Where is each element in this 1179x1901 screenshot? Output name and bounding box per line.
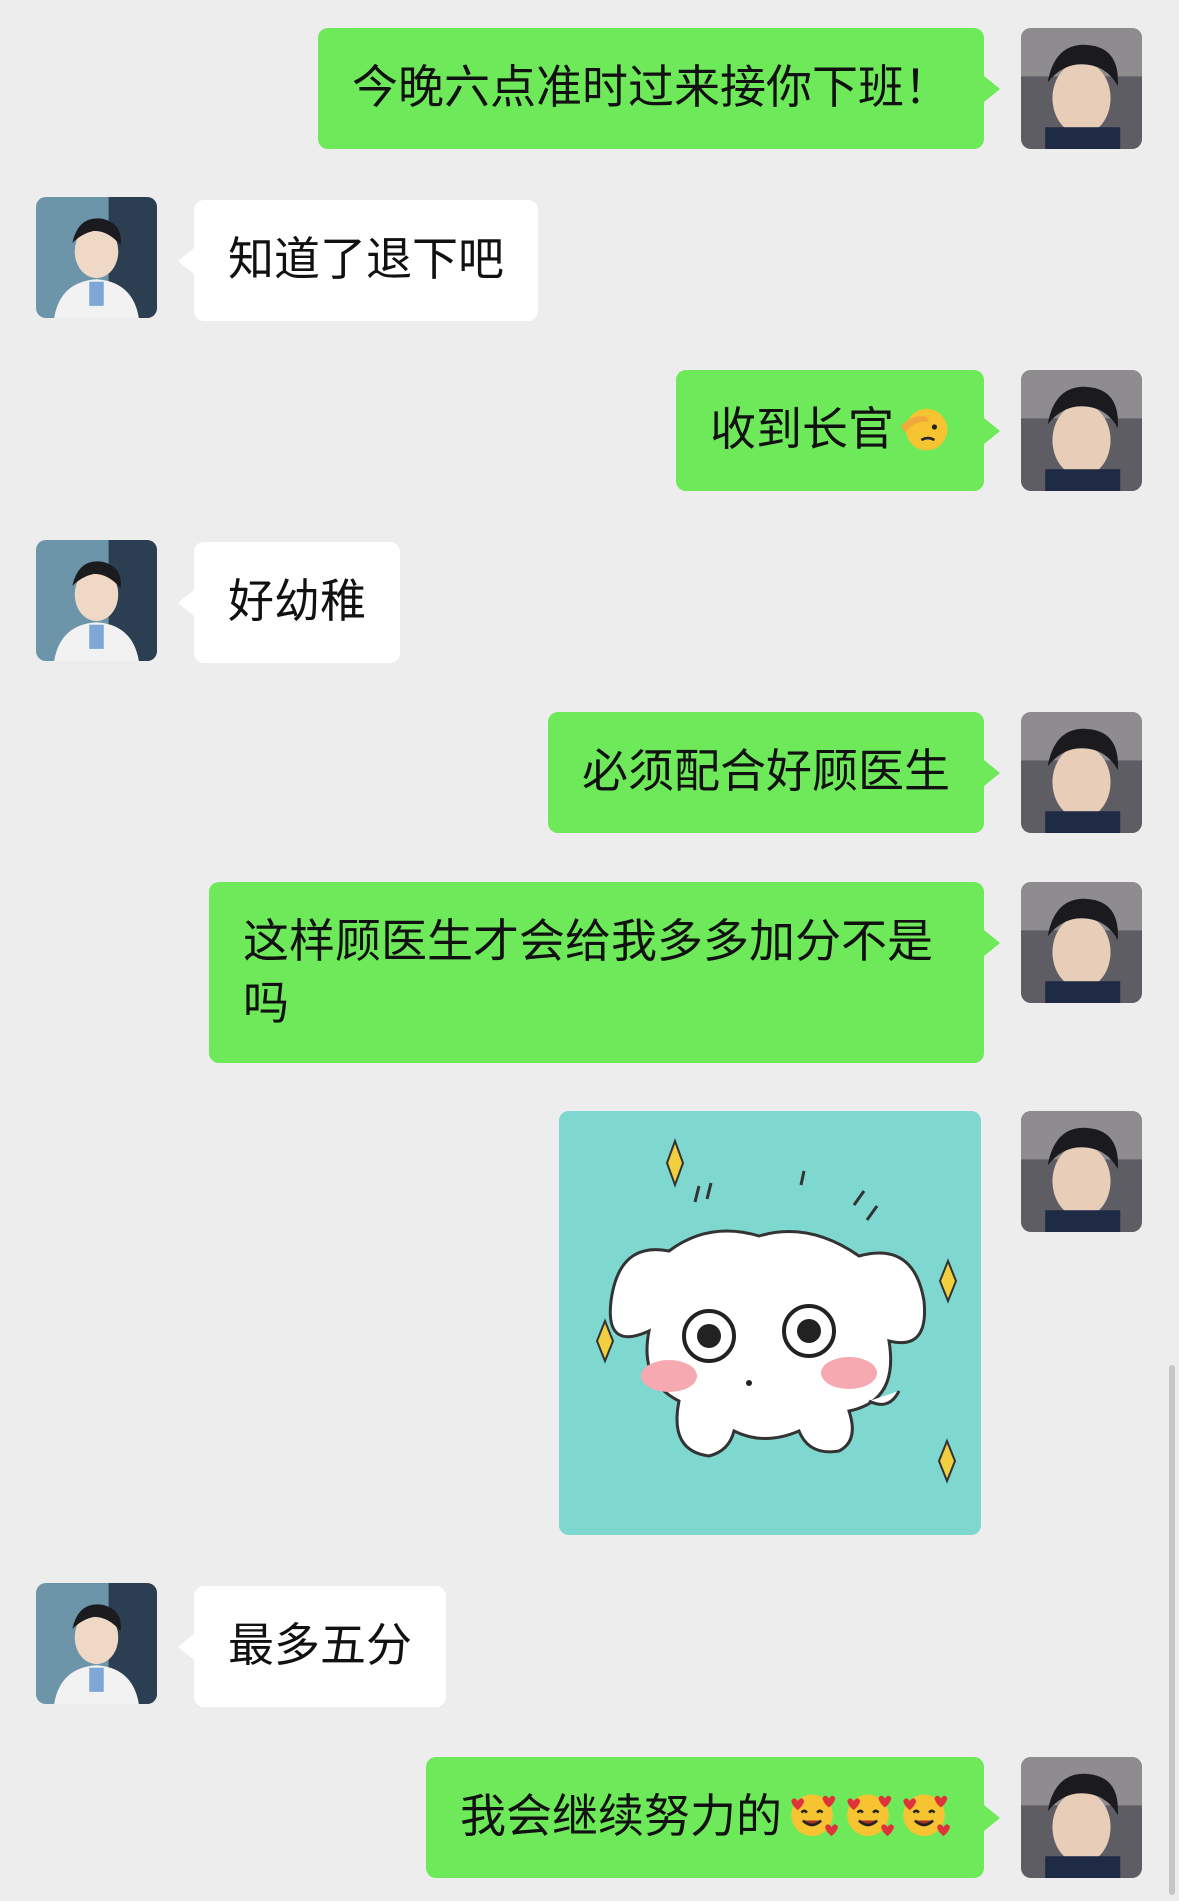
scrollbar[interactable] — [1169, 1365, 1175, 1895]
message-text: 今晚六点准时过来接你下班！ — [352, 60, 950, 114]
message-bubble-sent[interactable]: 这样顾医生才会给我多多加分不是吗 — [209, 882, 1000, 1063]
my-avatar[interactable] — [1021, 28, 1142, 149]
message-text: 收到长官 — [710, 402, 894, 456]
white-puppy-sticker[interactable] — [559, 1111, 981, 1535]
smiling-face-with-hearts-icon — [786, 1788, 838, 1840]
smiling-face-with-hearts-icon — [898, 1788, 950, 1840]
message-bubble-received[interactable]: 好幼稚 — [178, 542, 400, 663]
message-text: 好幼稚 — [228, 574, 366, 628]
message-bubble-sent[interactable]: 我会继续努力的 — [426, 1757, 1000, 1878]
contact-avatar[interactable] — [36, 1583, 157, 1704]
message-text: 知道了退下吧 — [228, 232, 504, 286]
my-avatar[interactable] — [1021, 1111, 1142, 1232]
message-text: 我会继续努力的 — [460, 1789, 782, 1843]
message-bubble-sent[interactable]: 今晚六点准时过来接你下班！ — [318, 28, 1000, 149]
message-bubble-received[interactable]: 最多五分 — [178, 1586, 446, 1707]
my-avatar[interactable] — [1021, 1757, 1142, 1878]
message-text: 必须配合好顾医生 — [582, 744, 950, 798]
contact-avatar[interactable] — [36, 197, 157, 318]
message-text: 这样顾医生才会给我多多加分不是吗 — [243, 914, 933, 1030]
message-bubble-received[interactable]: 知道了退下吧 — [178, 200, 538, 321]
message-text: 最多五分 — [228, 1618, 412, 1672]
contact-avatar[interactable] — [36, 540, 157, 661]
smiling-face-with-hearts-icon — [842, 1788, 894, 1840]
my-avatar[interactable] — [1021, 882, 1142, 1003]
my-avatar[interactable] — [1021, 370, 1142, 491]
chat-thread: 今晚六点准时过来接你下班！ 知道了退下吧 收到长官 好幼稚 必须配合好顾医生 这… — [0, 0, 1179, 1901]
message-bubble-sent[interactable]: 收到长官 — [676, 370, 1000, 491]
my-avatar[interactable] — [1021, 712, 1142, 833]
message-bubble-sent[interactable]: 必须配合好顾医生 — [548, 712, 1000, 833]
salute-face-icon — [898, 401, 950, 453]
